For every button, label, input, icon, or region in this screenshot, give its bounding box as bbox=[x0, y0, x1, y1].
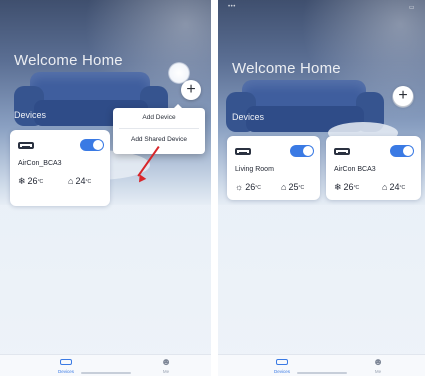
home-icon bbox=[252, 357, 312, 368]
tab-bar: Devices ☻ Me bbox=[0, 354, 211, 376]
target-temperature: ❄ 26°C bbox=[334, 182, 360, 192]
user-icon: ☻ bbox=[372, 357, 384, 368]
device-name: AirCon BCA3 bbox=[334, 166, 376, 173]
screenshot-divider bbox=[211, 0, 218, 376]
sun-icon: ☼ bbox=[235, 182, 244, 192]
tab-me[interactable]: ☻ Me bbox=[136, 357, 196, 374]
room-temperature: ⌂ 24°C bbox=[382, 182, 406, 192]
snowflake-icon: ❄ bbox=[334, 182, 342, 192]
add-button[interactable]: + bbox=[393, 86, 413, 106]
status-bar: ••• ▭ bbox=[228, 4, 415, 14]
power-toggle[interactable] bbox=[290, 145, 314, 157]
power-toggle[interactable] bbox=[390, 145, 414, 157]
menu-divider bbox=[119, 128, 199, 129]
house-icon: ⌂ bbox=[382, 182, 388, 192]
status-carrier: ••• bbox=[228, 4, 236, 10]
aircon-icon bbox=[18, 142, 34, 149]
device-card[interactable]: AirCon BCA3 ❄ 26°C ⌂ 24°C bbox=[326, 136, 421, 200]
right-phone-screen: ••• ▭ Welcome Home Devices + Living Room… bbox=[218, 0, 425, 376]
home-indicator bbox=[296, 372, 347, 374]
user-icon: ☻ bbox=[160, 357, 172, 368]
aircon-icon bbox=[235, 148, 251, 155]
device-card[interactable]: AirCon_BCA3 ❄ 26°C ⌂ 24°C bbox=[10, 130, 110, 206]
house-icon: ⌂ bbox=[281, 182, 287, 192]
page-title: Welcome Home bbox=[14, 52, 123, 69]
power-toggle[interactable] bbox=[80, 139, 104, 151]
menu-item-add-device[interactable]: Add Device bbox=[113, 114, 205, 121]
room-temperature: ⌂ 25°C bbox=[281, 182, 305, 192]
add-button[interactable]: + bbox=[181, 80, 201, 100]
tab-bar: Devices ☻ Me bbox=[218, 354, 425, 376]
device-name: Living Room bbox=[235, 166, 274, 173]
device-name: AirCon_BCA3 bbox=[18, 160, 62, 167]
snowflake-icon: ❄ bbox=[18, 176, 26, 186]
devices-section-label: Devices bbox=[232, 112, 265, 122]
home-icon bbox=[36, 357, 96, 368]
tab-me[interactable]: ☻ Me bbox=[348, 357, 408, 374]
room-temperature: ⌂ 24°C bbox=[68, 176, 92, 186]
left-phone-screen: Welcome Home Devices + Add Device Add Sh… bbox=[0, 0, 211, 376]
target-temperature: ☼ 26°C bbox=[235, 182, 261, 192]
page-title: Welcome Home bbox=[232, 60, 341, 77]
device-card[interactable]: Living Room ☼ 26°C ⌂ 25°C bbox=[227, 136, 320, 200]
aircon-icon bbox=[334, 148, 350, 155]
target-temperature: ❄ 26°C bbox=[18, 176, 44, 186]
house-icon: ⌂ bbox=[68, 176, 74, 186]
menu-item-add-shared-device[interactable]: Add Shared Device bbox=[113, 136, 205, 143]
home-indicator bbox=[80, 372, 131, 374]
status-battery-icon: ▭ bbox=[408, 5, 415, 11]
devices-section-label: Devices bbox=[14, 110, 47, 120]
